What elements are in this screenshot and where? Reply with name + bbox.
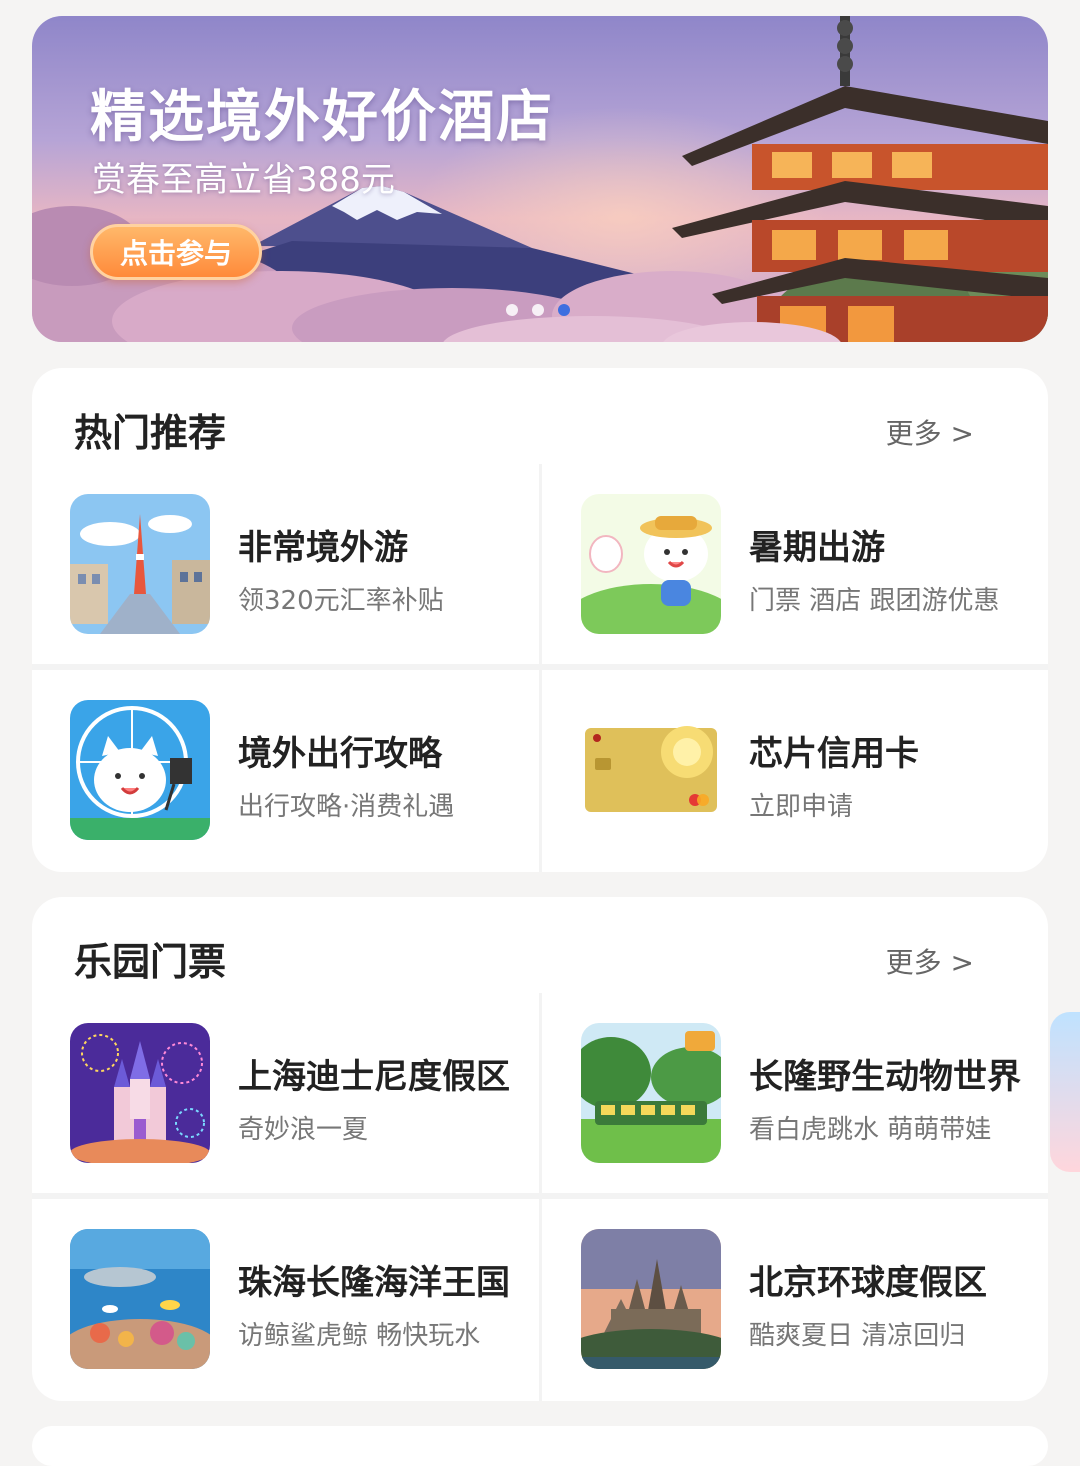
cartoon-cat-ferris-wheel-thumbnail [70,700,210,840]
promo-banner[interactable]: 精选境外好价酒店 赏春至高立省388元 点击参与 [32,16,1048,342]
carousel-indicator [506,304,570,316]
banner-title: 精选境外好价酒店 [90,84,554,150]
park-tickets-section: 乐园门票 更多 > 上海迪士尼度假区 奇妙浪一夏 长隆野生动物世界 看白虎跳水 … [32,897,1048,1401]
item-title: 上海迪士尼度假区 [238,1057,510,1097]
carousel-dot-active[interactable] [558,304,570,316]
item-title: 芯片信用卡 [749,734,919,774]
more-link[interactable]: 更多 > [886,412,974,452]
next-section-card [32,1426,1048,1466]
park-item-chimelong-safari[interactable]: 长隆野生动物世界 看白虎跳水 萌萌带娃 [581,1023,1061,1163]
park-item-zhuhai-ocean-kingdom[interactable]: 珠海长隆海洋王国 访鲸鲨虎鲸 畅快玩水 [70,1229,550,1369]
item-subtitle: 酷爽夏日 清凉回归 [749,1321,966,1351]
item-title: 境外出行攻略 [238,734,442,774]
item-title: 非常境外游 [238,528,408,568]
item-title: 珠海长隆海洋王国 [238,1263,510,1303]
item-subtitle: 奇妙浪一夏 [238,1115,369,1145]
banner-subtitle: 赏春至高立省388元 [92,160,395,200]
city-tower-thumbnail [70,494,210,634]
promo-item-summer-trip[interactable]: 暑期出游 门票 酒店 跟团游优惠 [581,494,1061,634]
item-subtitle: 出行攻略·消费礼遇 [238,792,455,822]
park-item-shanghai-disney[interactable]: 上海迪士尼度假区 奇妙浪一夏 [70,1023,550,1163]
item-subtitle: 门票 酒店 跟团游优惠 [749,586,1000,616]
item-title: 北京环球度假区 [749,1263,987,1303]
ocean-reef-thumbnail [70,1229,210,1369]
cartoon-cat-summer-thumbnail [581,494,721,634]
floating-widget-tab[interactable] [1050,1012,1080,1172]
join-button[interactable]: 点击参与 [90,224,262,280]
castle-fireworks-thumbnail [70,1023,210,1163]
item-subtitle: 立即申请 [749,792,854,822]
divider [32,664,1048,670]
promo-item-overseas-travel[interactable]: 非常境外游 领320元汇率补贴 [70,494,550,634]
promo-item-travel-guide[interactable]: 境外出行攻略 出行攻略·消费礼遇 [70,700,550,840]
item-subtitle: 访鲸鲨虎鲸 畅快玩水 [238,1321,481,1351]
divider [32,1193,1048,1199]
park-item-beijing-universal[interactable]: 北京环球度假区 酷爽夏日 清凉回归 [581,1229,1061,1369]
item-title: 长隆野生动物世界 [749,1057,1021,1097]
hogwarts-castle-thumbnail [581,1229,721,1369]
promo-item-credit-card[interactable]: 芯片信用卡 立即申请 [581,700,1061,840]
section-title: 热门推荐 [74,410,227,455]
gold-credit-card-thumbnail [581,700,721,840]
more-link[interactable]: 更多 > [886,941,974,981]
carousel-dot[interactable] [506,304,518,316]
safari-train-thumbnail [581,1023,721,1163]
item-subtitle: 看白虎跳水 萌萌带娃 [749,1115,992,1145]
hot-recommend-section: 热门推荐 更多 > 非常境外游 领320元汇率补贴 暑期出游 门票 酒店 跟团游… [32,368,1048,872]
carousel-dot[interactable] [532,304,544,316]
item-subtitle: 领320元汇率补贴 [238,586,444,616]
item-title: 暑期出游 [749,528,885,568]
section-title: 乐园门票 [74,939,227,984]
